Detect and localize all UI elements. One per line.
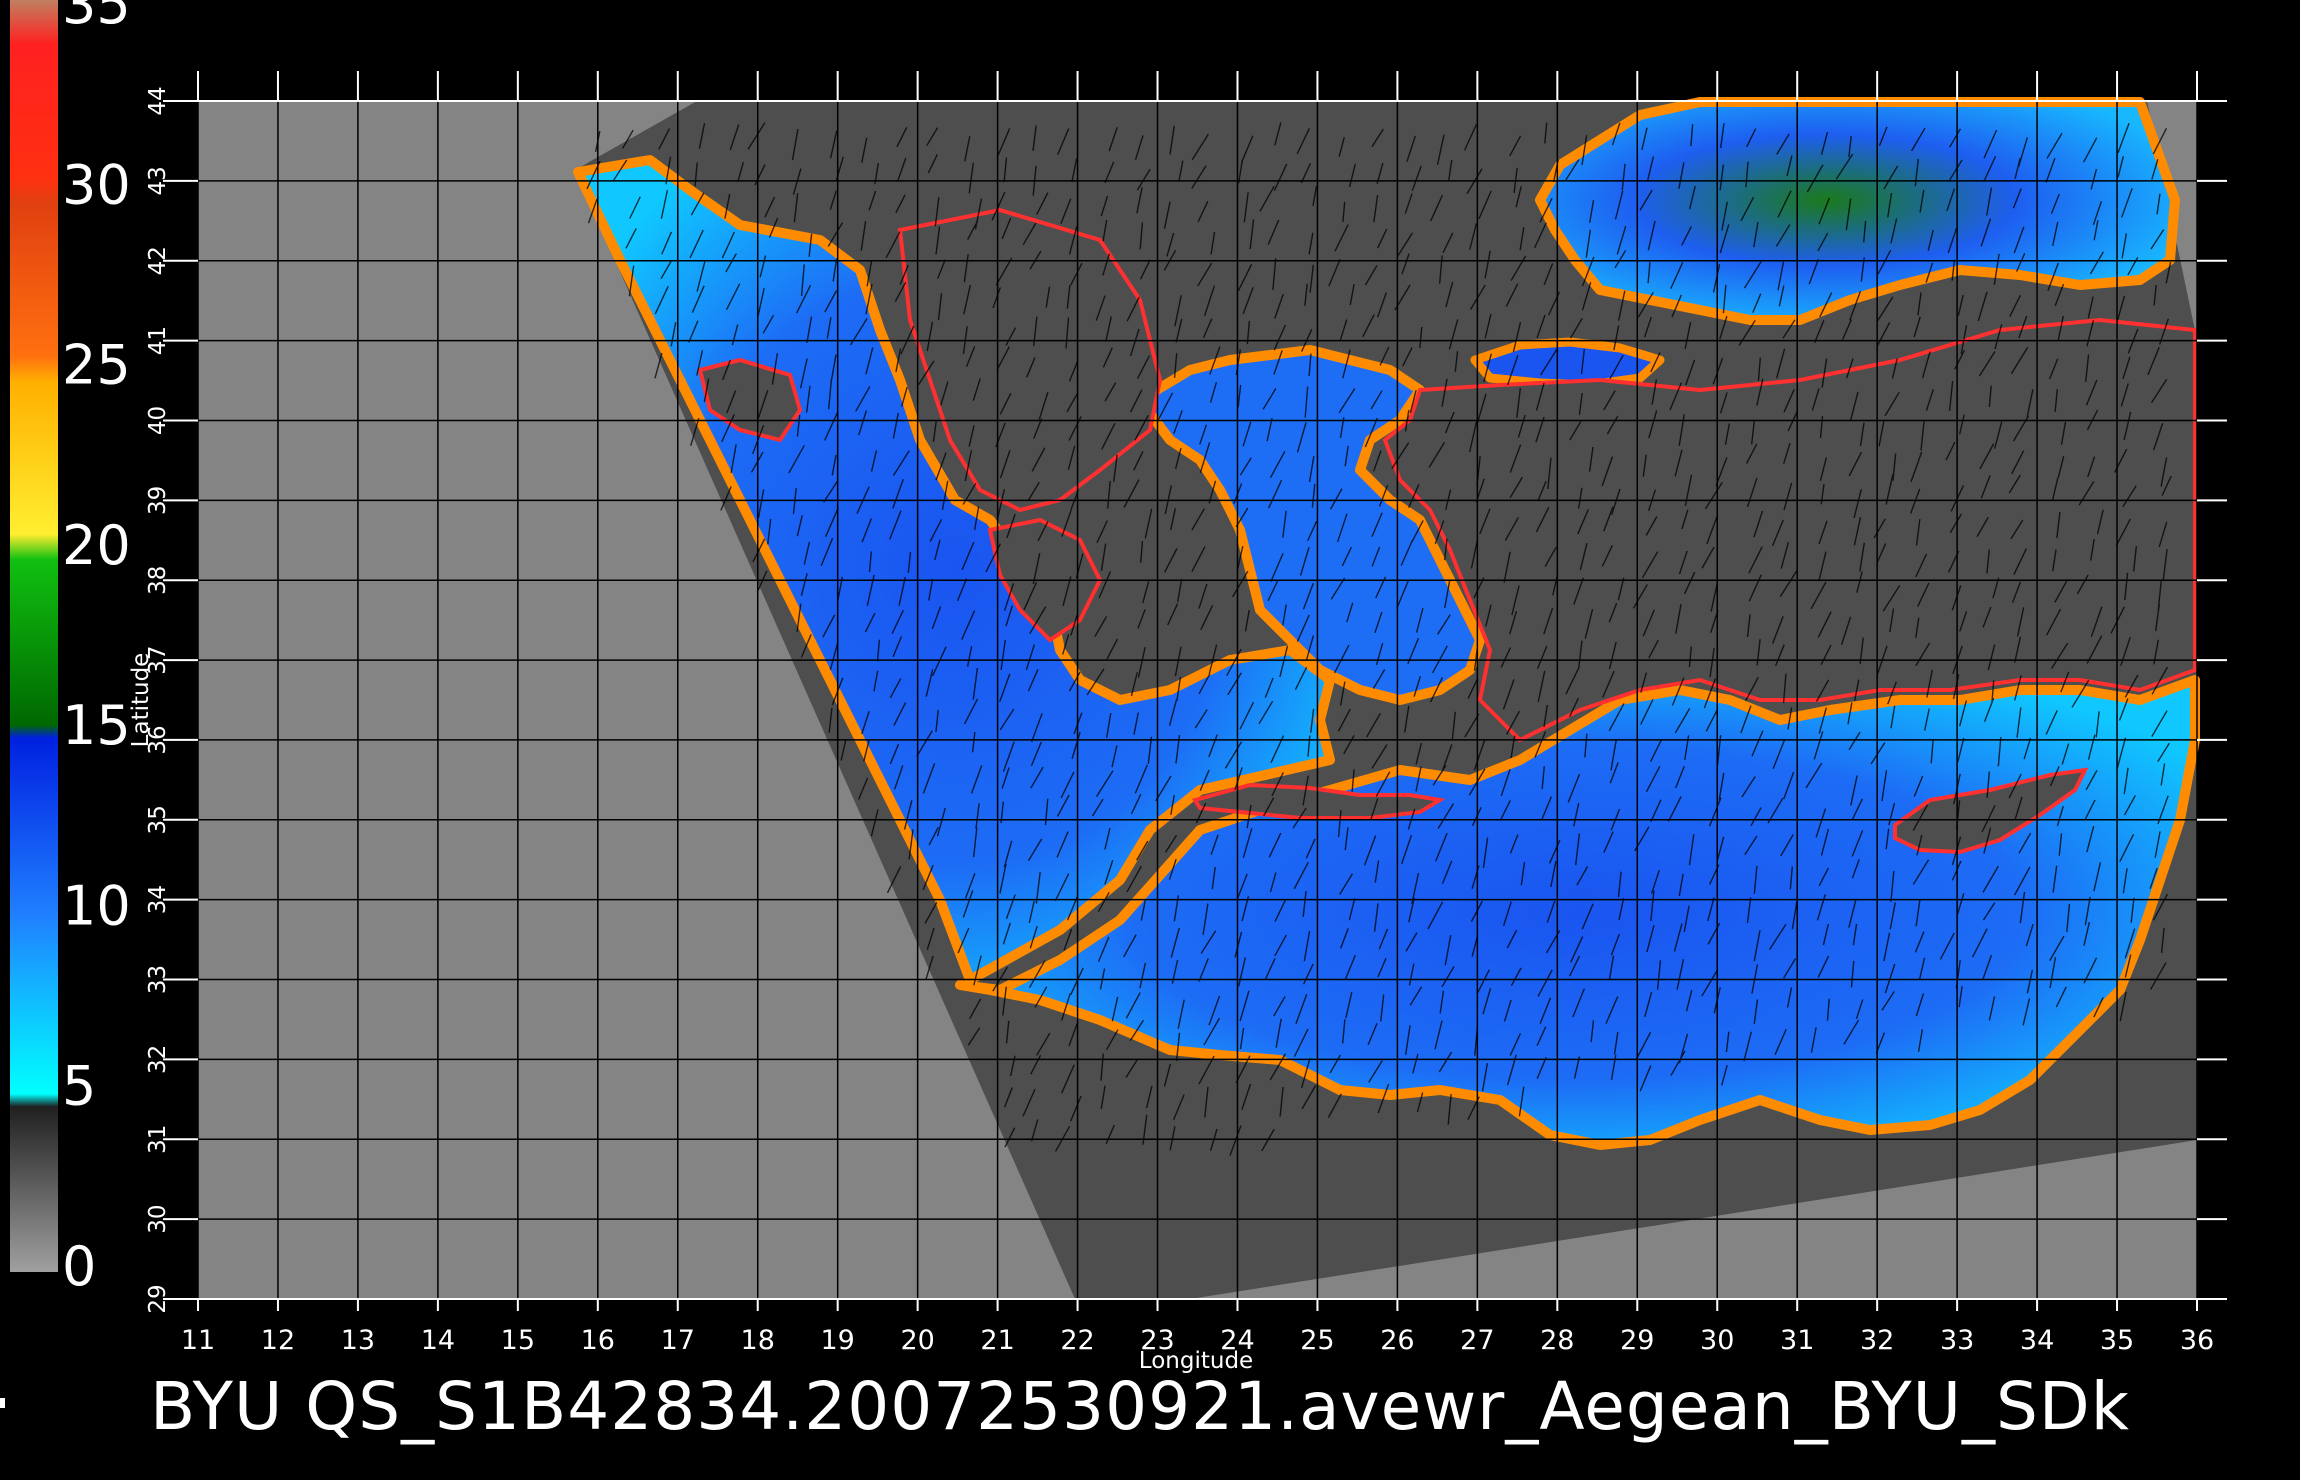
black-sea-region	[1535, 97, 2180, 325]
longitude-tick-label: 26	[1380, 1325, 1414, 1356]
latitude-tick-label: 41	[145, 326, 171, 355]
colorbar-tick-label: 0	[62, 1235, 96, 1298]
latitude-tick-label: 38	[145, 566, 171, 595]
longitude-tick-label: 12	[261, 1325, 295, 1356]
anatolia-landmass	[1382, 317, 2197, 743]
longitude-tick-label: 14	[421, 1325, 455, 1356]
longitude-tick-label: 27	[1460, 1325, 1494, 1356]
latitude-tick-label: 43	[145, 166, 171, 195]
colorbar-tick-label: 25	[62, 334, 131, 397]
longitude-tick-label: 34	[2020, 1325, 2054, 1356]
colorbar-scale	[10, 0, 58, 1272]
longitude-tick-label: 28	[1540, 1325, 1574, 1356]
colorbar-tick-label: 30	[62, 153, 131, 216]
y-axis-title: Latitude	[128, 653, 154, 748]
longitude-tick-label: 20	[900, 1325, 934, 1356]
longitude-tick-label: 31	[1780, 1325, 1814, 1356]
wind-speed-map-figure: 35 30 25 20 15 10 5 0 11 12 13 14 15 16 17 18 1…	[0, 0, 2227, 1408]
colorbar-tick-label: 20	[62, 514, 131, 577]
longitude-tick-label: 22	[1060, 1325, 1094, 1356]
longitude-tick-label: 16	[581, 1325, 615, 1356]
colorbar-tick-label: 35	[62, 0, 131, 36]
latitude-tick-label: 39	[145, 486, 171, 515]
longitude-tick-label: 13	[341, 1325, 375, 1356]
longitude-tick-label: 25	[1300, 1325, 1334, 1356]
colorbar: 35 30 25 20 15 10 5 0	[10, 0, 131, 1298]
colorbar-tick-label: 5	[62, 1055, 96, 1118]
colorbar-tick-labels: 35 30 25 20 15 10 5 0	[62, 0, 131, 1298]
latitude-tick-label: 42	[145, 246, 171, 275]
longitude-tick-label: 11	[181, 1325, 215, 1356]
latitude-tick-label: 29	[145, 1284, 171, 1313]
longitude-tick-label: 21	[980, 1325, 1014, 1356]
latitude-tick-label: 44	[145, 86, 171, 115]
longitude-tick-label: 17	[661, 1325, 695, 1356]
sea-of-marmara-region	[1470, 337, 1665, 390]
longitude-tick-label: 35	[2100, 1325, 2134, 1356]
latitude-tick-label: 33	[145, 965, 171, 994]
longitude-tick-label: 29	[1620, 1325, 1654, 1356]
latitude-tick-label: 32	[145, 1045, 171, 1074]
latitude-tick-label: 34	[145, 885, 171, 914]
longitude-tick-label: 32	[1860, 1325, 1894, 1356]
longitude-tick-label: 18	[741, 1325, 775, 1356]
colorbar-tick-label: 15	[62, 694, 131, 757]
longitude-tick-label: 36	[2180, 1325, 2214, 1356]
latitude-tick-label: 40	[145, 406, 171, 435]
longitude-tick-label: 30	[1700, 1325, 1734, 1356]
latitude-tick-label: 30	[145, 1204, 171, 1233]
colorbar-tick-label: 10	[62, 874, 131, 937]
longitude-tick-label: 19	[821, 1325, 855, 1356]
longitude-tick-label: 33	[1940, 1325, 1974, 1356]
latitude-tick-label: 31	[145, 1125, 171, 1154]
latitude-tick-label: 35	[145, 805, 171, 834]
map-panel: 11 12 13 14 15 16 17 18 19 20 21 22 23 24 25 26 27 28 29 30…	[128, 71, 2227, 1374]
edge-marker	[0, 1398, 5, 1408]
longitude-tick-label: 15	[501, 1325, 535, 1356]
product-caption: BYU QS_S1B42834.20072530921.avewr_Aegean…	[150, 1368, 2130, 1445]
